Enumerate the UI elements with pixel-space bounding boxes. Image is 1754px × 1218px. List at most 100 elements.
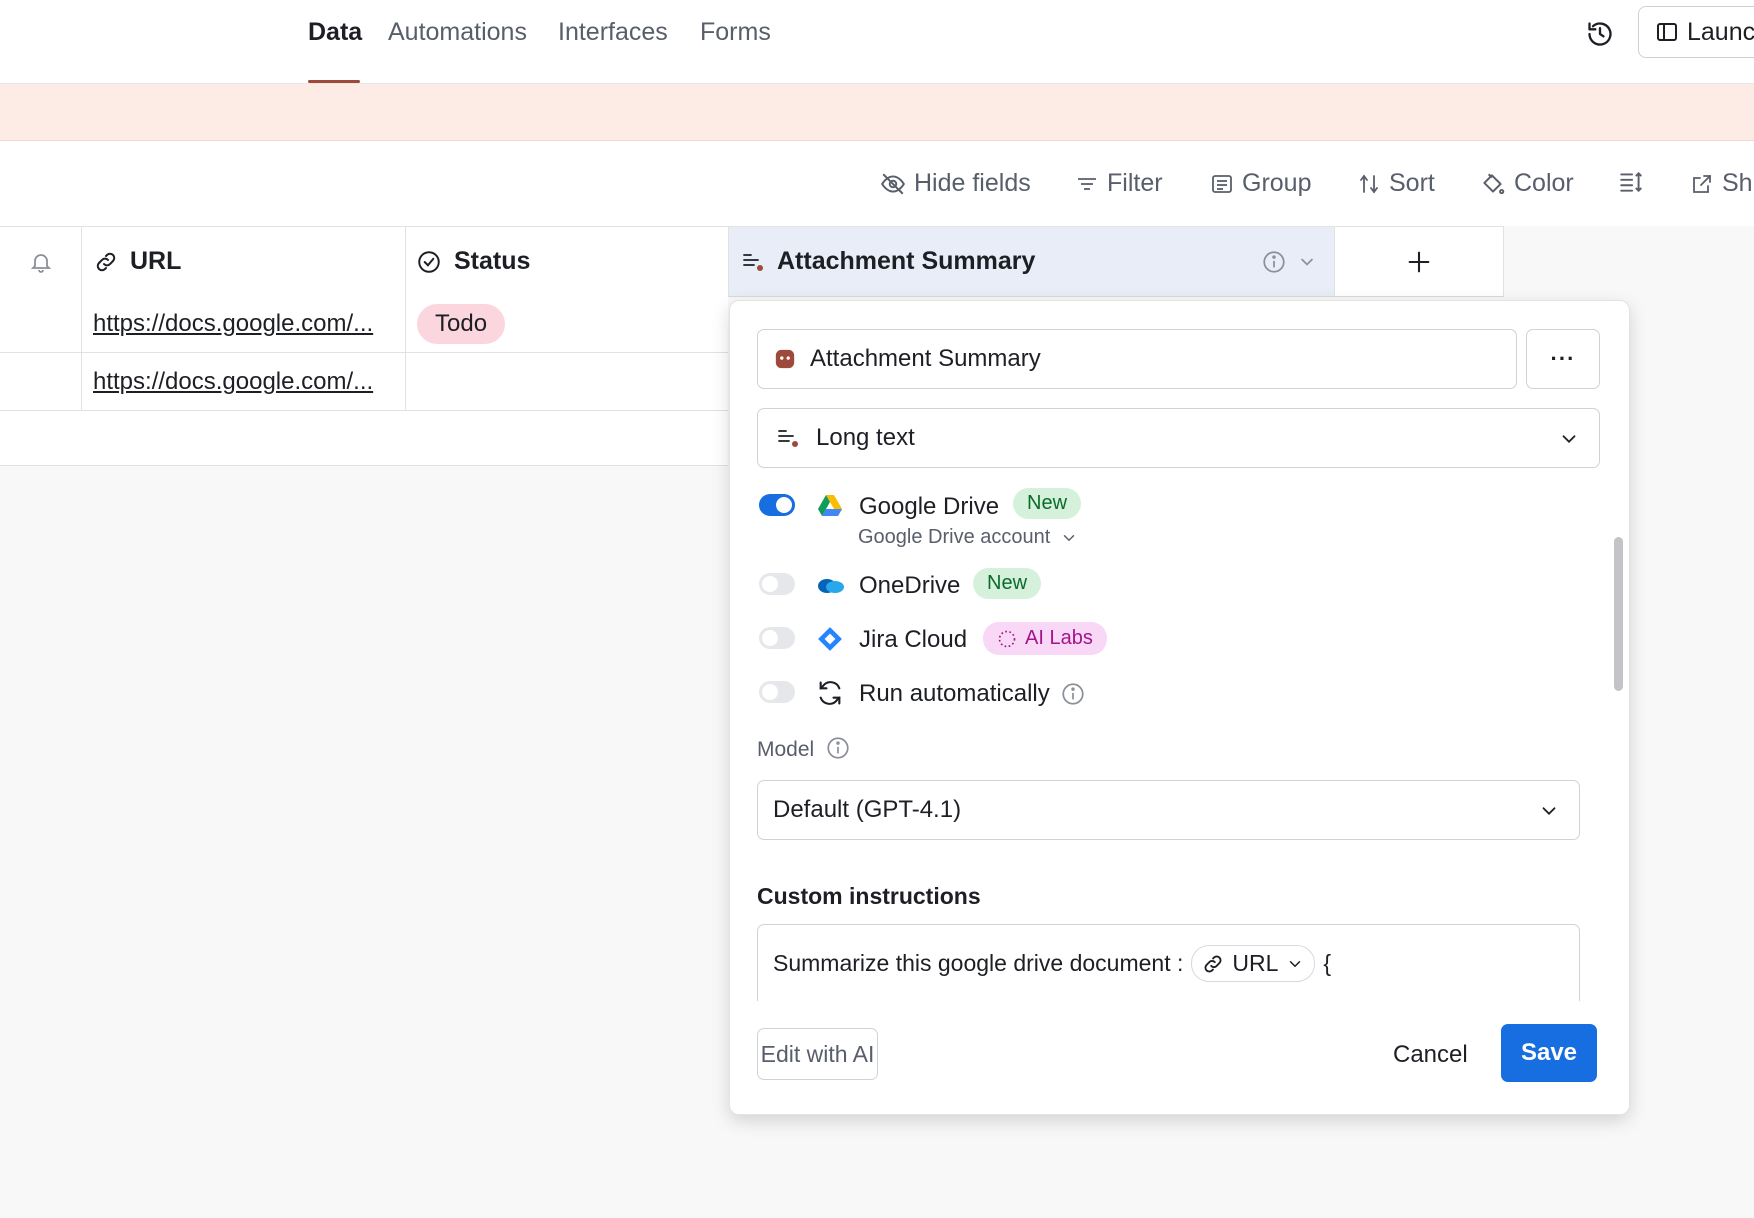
model-value: Default (GPT-4.1)	[773, 796, 962, 823]
table-row[interactable]: https://docs.google.com/...	[0, 353, 728, 411]
google-drive-account-label: Google Drive account	[858, 526, 1051, 548]
row-height-icon	[1618, 169, 1644, 195]
jira-cloud-toggle[interactable]	[759, 627, 795, 649]
chevron-down-icon	[1060, 529, 1078, 547]
instructions-text: Summarize this google drive document :	[773, 950, 1184, 976]
scrollbar-thumb[interactable]	[1614, 537, 1623, 691]
filter-button[interactable]: Filter	[1075, 169, 1163, 198]
url-link[interactable]: https://docs.google.com/...	[93, 368, 373, 396]
sparkle-icon	[997, 629, 1017, 649]
model-select[interactable]: Default (GPT-4.1)	[757, 780, 1580, 840]
filter-label: Filter	[1107, 169, 1163, 197]
hide-fields-label: Hide fields	[914, 169, 1031, 197]
status-check-icon	[416, 249, 442, 275]
column-header-status[interactable]: Status	[406, 227, 729, 296]
edit-with-ai-label: Edit with AI	[760, 1040, 875, 1067]
ai-field-icon	[774, 348, 796, 370]
google-drive-toggle[interactable]	[759, 494, 795, 516]
history-icon[interactable]	[1586, 20, 1614, 48]
paint-bucket-icon	[1480, 171, 1506, 197]
onedrive-icon	[815, 576, 845, 594]
group-label: Group	[1242, 169, 1312, 197]
share-button[interactable]: Sh	[1690, 169, 1753, 198]
url-cell[interactable]: https://docs.google.com/...	[82, 353, 406, 410]
run-automatically-toggle[interactable]	[759, 681, 795, 703]
notice-banner	[0, 84, 1754, 141]
active-tab-indicator	[308, 80, 360, 83]
url-link[interactable]: https://docs.google.com/...	[93, 310, 373, 338]
color-label: Color	[1514, 169, 1574, 197]
filter-icon	[1075, 172, 1099, 196]
tab-automations[interactable]: Automations	[388, 18, 527, 47]
tab-forms[interactable]: Forms	[700, 18, 771, 47]
tab-interfaces[interactable]: Interfaces	[558, 18, 668, 47]
column-header-label: Attachment Summary	[777, 247, 1036, 275]
launch-label: Launc	[1687, 17, 1754, 46]
url-field-token[interactable]: URL	[1191, 945, 1316, 982]
chevron-down-icon[interactable]	[1297, 252, 1317, 272]
jira-icon	[817, 626, 843, 652]
onedrive-toggle[interactable]	[759, 573, 795, 595]
ai-labs-badge: AI Labs	[983, 622, 1107, 655]
new-badge: New	[973, 568, 1042, 599]
add-row-area[interactable]	[0, 411, 728, 466]
model-label: Model	[757, 738, 815, 761]
row-number-cell	[0, 295, 82, 352]
row-height-button[interactable]	[1618, 169, 1644, 195]
info-icon[interactable]	[825, 735, 851, 761]
field-name-input[interactable]: Attachment Summary	[757, 329, 1517, 389]
status-badge: Todo	[417, 303, 506, 344]
chevron-down-icon	[1538, 800, 1560, 822]
more-options-button[interactable]: ···	[1526, 329, 1600, 389]
row-number-cell	[0, 353, 82, 410]
field-type-value: Long text	[816, 424, 915, 451]
group-icon	[1210, 172, 1234, 196]
run-automatically-label: Run automatically	[859, 680, 1050, 707]
link-icon	[1202, 953, 1224, 975]
cancel-button[interactable]: Cancel	[1393, 1041, 1468, 1069]
view-toolbar: Hide fields Filter Group Sort Color Sh	[0, 141, 1754, 226]
hide-fields-button[interactable]: Hide fields	[880, 169, 1031, 198]
onedrive-label: OneDrive	[859, 572, 961, 599]
field-type-select[interactable]: Long text	[757, 408, 1600, 468]
long-text-icon	[741, 250, 765, 274]
column-header-attachment-summary[interactable]: Attachment Summary	[729, 227, 1335, 296]
save-button[interactable]: Save	[1501, 1024, 1597, 1082]
bell-icon	[29, 250, 53, 274]
info-icon[interactable]	[1261, 249, 1287, 275]
ai-labs-label: AI Labs	[1025, 627, 1093, 649]
field-name-value: Attachment Summary	[810, 345, 1041, 372]
url-token-label: URL	[1232, 950, 1279, 976]
sort-button[interactable]: Sort	[1357, 169, 1435, 198]
url-cell[interactable]: https://docs.google.com/...	[82, 295, 406, 352]
table-row[interactable]: https://docs.google.com/... Todo	[0, 295, 728, 353]
long-text-icon	[776, 426, 800, 450]
eye-off-icon	[880, 171, 906, 197]
refresh-icon	[816, 679, 844, 707]
column-header-url[interactable]: URL	[82, 227, 406, 296]
grid-header: URL Status Attachment Summary	[0, 226, 1504, 297]
column-header-label: URL	[130, 247, 182, 275]
color-button[interactable]: Color	[1480, 169, 1574, 198]
edit-with-ai-button[interactable]: Edit with AI	[757, 1028, 878, 1080]
status-cell[interactable]	[406, 353, 728, 410]
link-icon	[94, 250, 118, 274]
info-icon[interactable]	[1060, 681, 1086, 707]
add-field-button[interactable]	[1335, 227, 1504, 296]
group-button[interactable]: Group	[1210, 169, 1311, 198]
sort-icon	[1357, 172, 1381, 196]
launch-button[interactable]: Launc	[1638, 6, 1754, 58]
external-link-icon	[1690, 172, 1714, 196]
column-header-label: Status	[454, 247, 531, 275]
plus-icon	[1405, 248, 1433, 276]
google-drive-label: Google Drive	[859, 493, 1000, 520]
tab-data[interactable]: Data	[308, 18, 362, 47]
save-label: Save	[1520, 1039, 1578, 1066]
chevron-down-icon	[1286, 955, 1304, 973]
google-drive-account-select[interactable]: Google Drive account	[858, 526, 1078, 549]
field-config-panel: Attachment Summary ··· Long text Google …	[729, 300, 1630, 1115]
instructions-tail: {	[1323, 950, 1332, 976]
share-label: Sh	[1722, 169, 1753, 197]
notifications-column-header[interactable]	[0, 227, 82, 296]
status-cell[interactable]: Todo	[406, 295, 728, 352]
